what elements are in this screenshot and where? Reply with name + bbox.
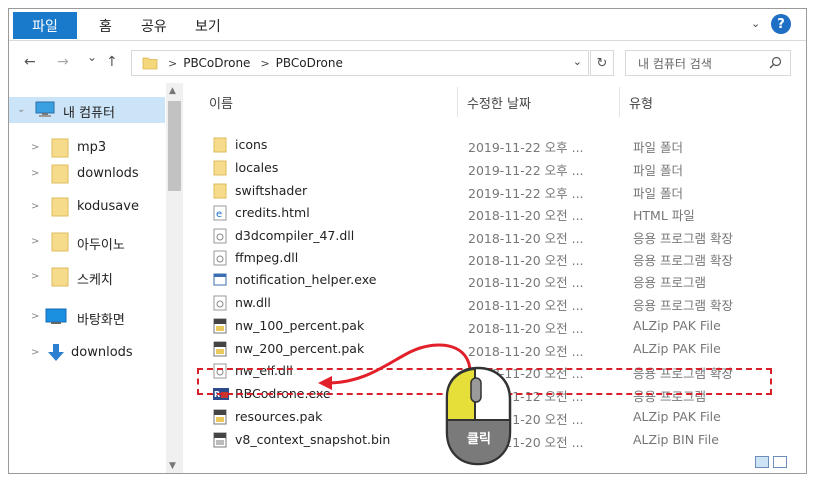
click-callout-overlay <box>318 343 512 466</box>
callout-arrowhead-icon <box>318 376 332 390</box>
mouse-icon <box>445 366 512 466</box>
callout-arrow-curve <box>329 343 472 385</box>
callout-click-label: 클릭 <box>467 432 491 447</box>
